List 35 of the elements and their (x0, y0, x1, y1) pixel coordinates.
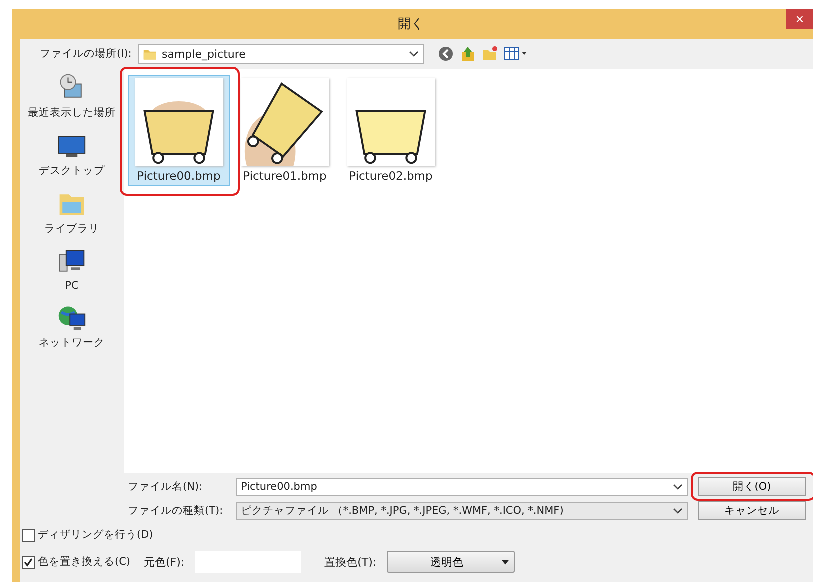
chevron-down-icon (673, 508, 683, 514)
checkbox[interactable] (22, 528, 35, 542)
caret-icon (502, 560, 509, 564)
sidebar-item[interactable]: 最近表示した場所 (20, 73, 124, 120)
folder-icon (143, 48, 157, 60)
file-item[interactable]: Picture02.bmp (340, 75, 442, 186)
file-item[interactable]: Picture00.bmp (128, 75, 230, 186)
replace-color-label: 置換色(T): (324, 554, 377, 570)
file-name-field[interactable]: Picture00.bmp (236, 478, 688, 496)
view-menu-icon[interactable] (504, 46, 528, 62)
sidebar-item[interactable]: ネットワーク (20, 303, 124, 350)
location-dropdown[interactable]: sample_picture (138, 44, 424, 64)
file-name-label: ファイル名(N): (128, 480, 204, 494)
sidebar-item[interactable]: PC (20, 247, 124, 292)
new-folder-icon[interactable] (482, 46, 498, 62)
checkbox-label[interactable]: ディザリングを行う(D) (38, 528, 154, 542)
cancel-button[interactable]: キャンセル (698, 501, 806, 520)
checkbox-label[interactable]: 色を置き換える(C) (38, 555, 131, 569)
close-button[interactable]: × (786, 9, 813, 29)
sidebar-item[interactable]: ライブラリ (20, 189, 124, 236)
up-folder-icon[interactable] (460, 46, 476, 62)
file-type-dropdown[interactable]: ピクチャファイル （*.BMP, *.JPG, *.JPEG, *.WMF, *.ICO, *.NMF) (236, 502, 688, 520)
location-value: sample_picture (162, 48, 247, 60)
replace-color-dropdown[interactable]: 透明色 (386, 551, 515, 573)
window-title: 開く (398, 16, 424, 33)
sidebar-item[interactable]: デスクトップ (20, 131, 124, 178)
chevron-down-icon (673, 484, 683, 490)
back-icon[interactable] (438, 46, 454, 62)
checkbox[interactable] (22, 556, 35, 568)
file-type-label: ファイルの種類(T): (128, 504, 224, 518)
location-label: ファイルの場所(I): (40, 47, 132, 61)
source-color-label: 元色(F): (144, 554, 185, 570)
file-item[interactable]: Picture01.bmp (234, 75, 336, 186)
chevron-down-icon (409, 51, 419, 57)
open-button[interactable]: 開く(O) (698, 477, 806, 496)
